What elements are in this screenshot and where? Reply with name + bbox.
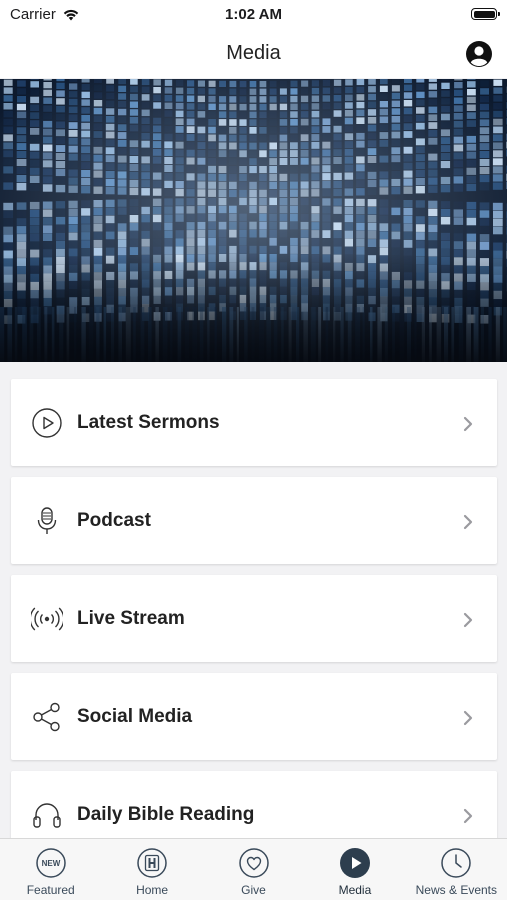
chevron-right-icon <box>463 514 473 530</box>
menu-item-label: Live Stream <box>77 608 185 629</box>
battery-icon <box>471 8 500 20</box>
chevron-right-icon <box>463 808 473 824</box>
tab-bar: NEW Featured Home Give Media News & Even… <box>0 838 507 900</box>
play-circle-icon <box>32 408 62 438</box>
tab-label: Give <box>241 883 266 897</box>
tab-label: Media <box>338 883 372 897</box>
menu-item-label: Daily Bible Reading <box>77 804 255 825</box>
page-title: Media <box>226 42 281 64</box>
navigation-bar: Media <box>0 30 507 78</box>
menu-item-label: Latest Sermons <box>77 412 220 433</box>
play-icon <box>339 848 370 878</box>
chevron-right-icon <box>463 612 473 628</box>
media-menu-list: Latest Sermons Podcast Live Stream Socia… <box>11 379 497 869</box>
status-bar: Carrier 1:02 AM <box>0 0 507 30</box>
broadcast-icon <box>31 607 63 631</box>
share-icon <box>33 702 60 732</box>
menu-item-label: Podcast <box>77 510 151 531</box>
menu-item-latest-sermons[interactable]: Latest Sermons <box>11 379 497 466</box>
tab-give[interactable]: Give <box>203 839 304 900</box>
tab-home[interactable]: Home <box>101 839 202 900</box>
tab-media[interactable]: Media <box>304 839 405 900</box>
tab-label: Featured <box>26 883 75 897</box>
profile-icon[interactable] <box>465 40 493 68</box>
microphone-icon <box>37 507 57 534</box>
new-badge-icon: NEW <box>35 848 66 878</box>
home-h-icon <box>137 848 167 878</box>
tab-label: News & Events <box>415 883 498 897</box>
heart-icon <box>238 848 269 878</box>
menu-item-social-media[interactable]: Social Media <box>11 673 497 760</box>
menu-item-podcast[interactable]: Podcast <box>11 477 497 564</box>
menu-item-label: Social Media <box>77 706 193 727</box>
chevron-right-icon <box>463 416 473 432</box>
menu-item-live-stream[interactable]: Live Stream <box>11 575 497 662</box>
status-time: 1:02 AM <box>225 6 282 23</box>
new-badge-text: NEW <box>41 859 60 868</box>
chevron-right-icon <box>463 710 473 726</box>
tab-news-events[interactable]: News & Events <box>406 839 507 900</box>
clock-icon <box>441 848 472 878</box>
tab-featured[interactable]: NEW Featured <box>0 839 101 900</box>
tab-label: Home <box>136 883 169 897</box>
hero-banner-image <box>0 79 507 362</box>
headphones-icon <box>33 803 61 828</box>
